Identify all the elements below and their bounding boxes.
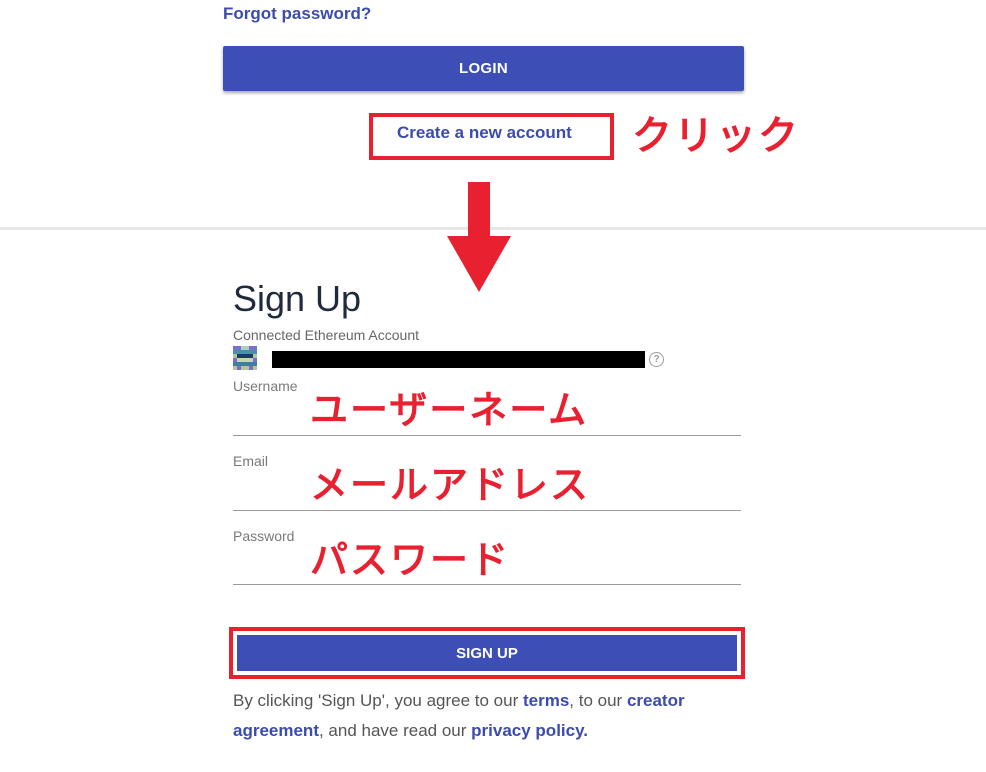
down-arrow-icon (447, 182, 511, 292)
annotation-click: クリック (632, 114, 800, 158)
forgot-password-link[interactable]: Forgot password? (223, 4, 371, 24)
username-input[interactable] (233, 409, 741, 436)
terms-middle-1: , to our (569, 691, 627, 710)
help-icon[interactable]: ? (649, 352, 664, 367)
connected-account-label: Connected Ethereum Account (233, 327, 420, 343)
password-label: Password (233, 528, 295, 544)
signup-button[interactable]: SIGN UP (237, 635, 737, 671)
privacy-policy-link[interactable]: privacy policy. (471, 721, 588, 740)
terms-link[interactable]: terms (523, 691, 569, 710)
password-input[interactable] (233, 558, 741, 585)
email-input[interactable] (233, 484, 741, 511)
terms-text: By clicking 'Sign Up', you agree to our … (233, 686, 753, 746)
terms-prefix: By clicking 'Sign Up', you agree to our (233, 691, 523, 710)
username-label: Username (233, 378, 298, 394)
identicon (233, 346, 257, 370)
page-title: Sign Up (233, 278, 362, 319)
email-label: Email (233, 453, 269, 469)
terms-middle-2: , and have read our (318, 721, 472, 740)
login-button[interactable]: LOGIN (223, 46, 744, 91)
create-account-link[interactable]: Create a new account (397, 123, 572, 143)
account-address-redacted (272, 351, 645, 368)
